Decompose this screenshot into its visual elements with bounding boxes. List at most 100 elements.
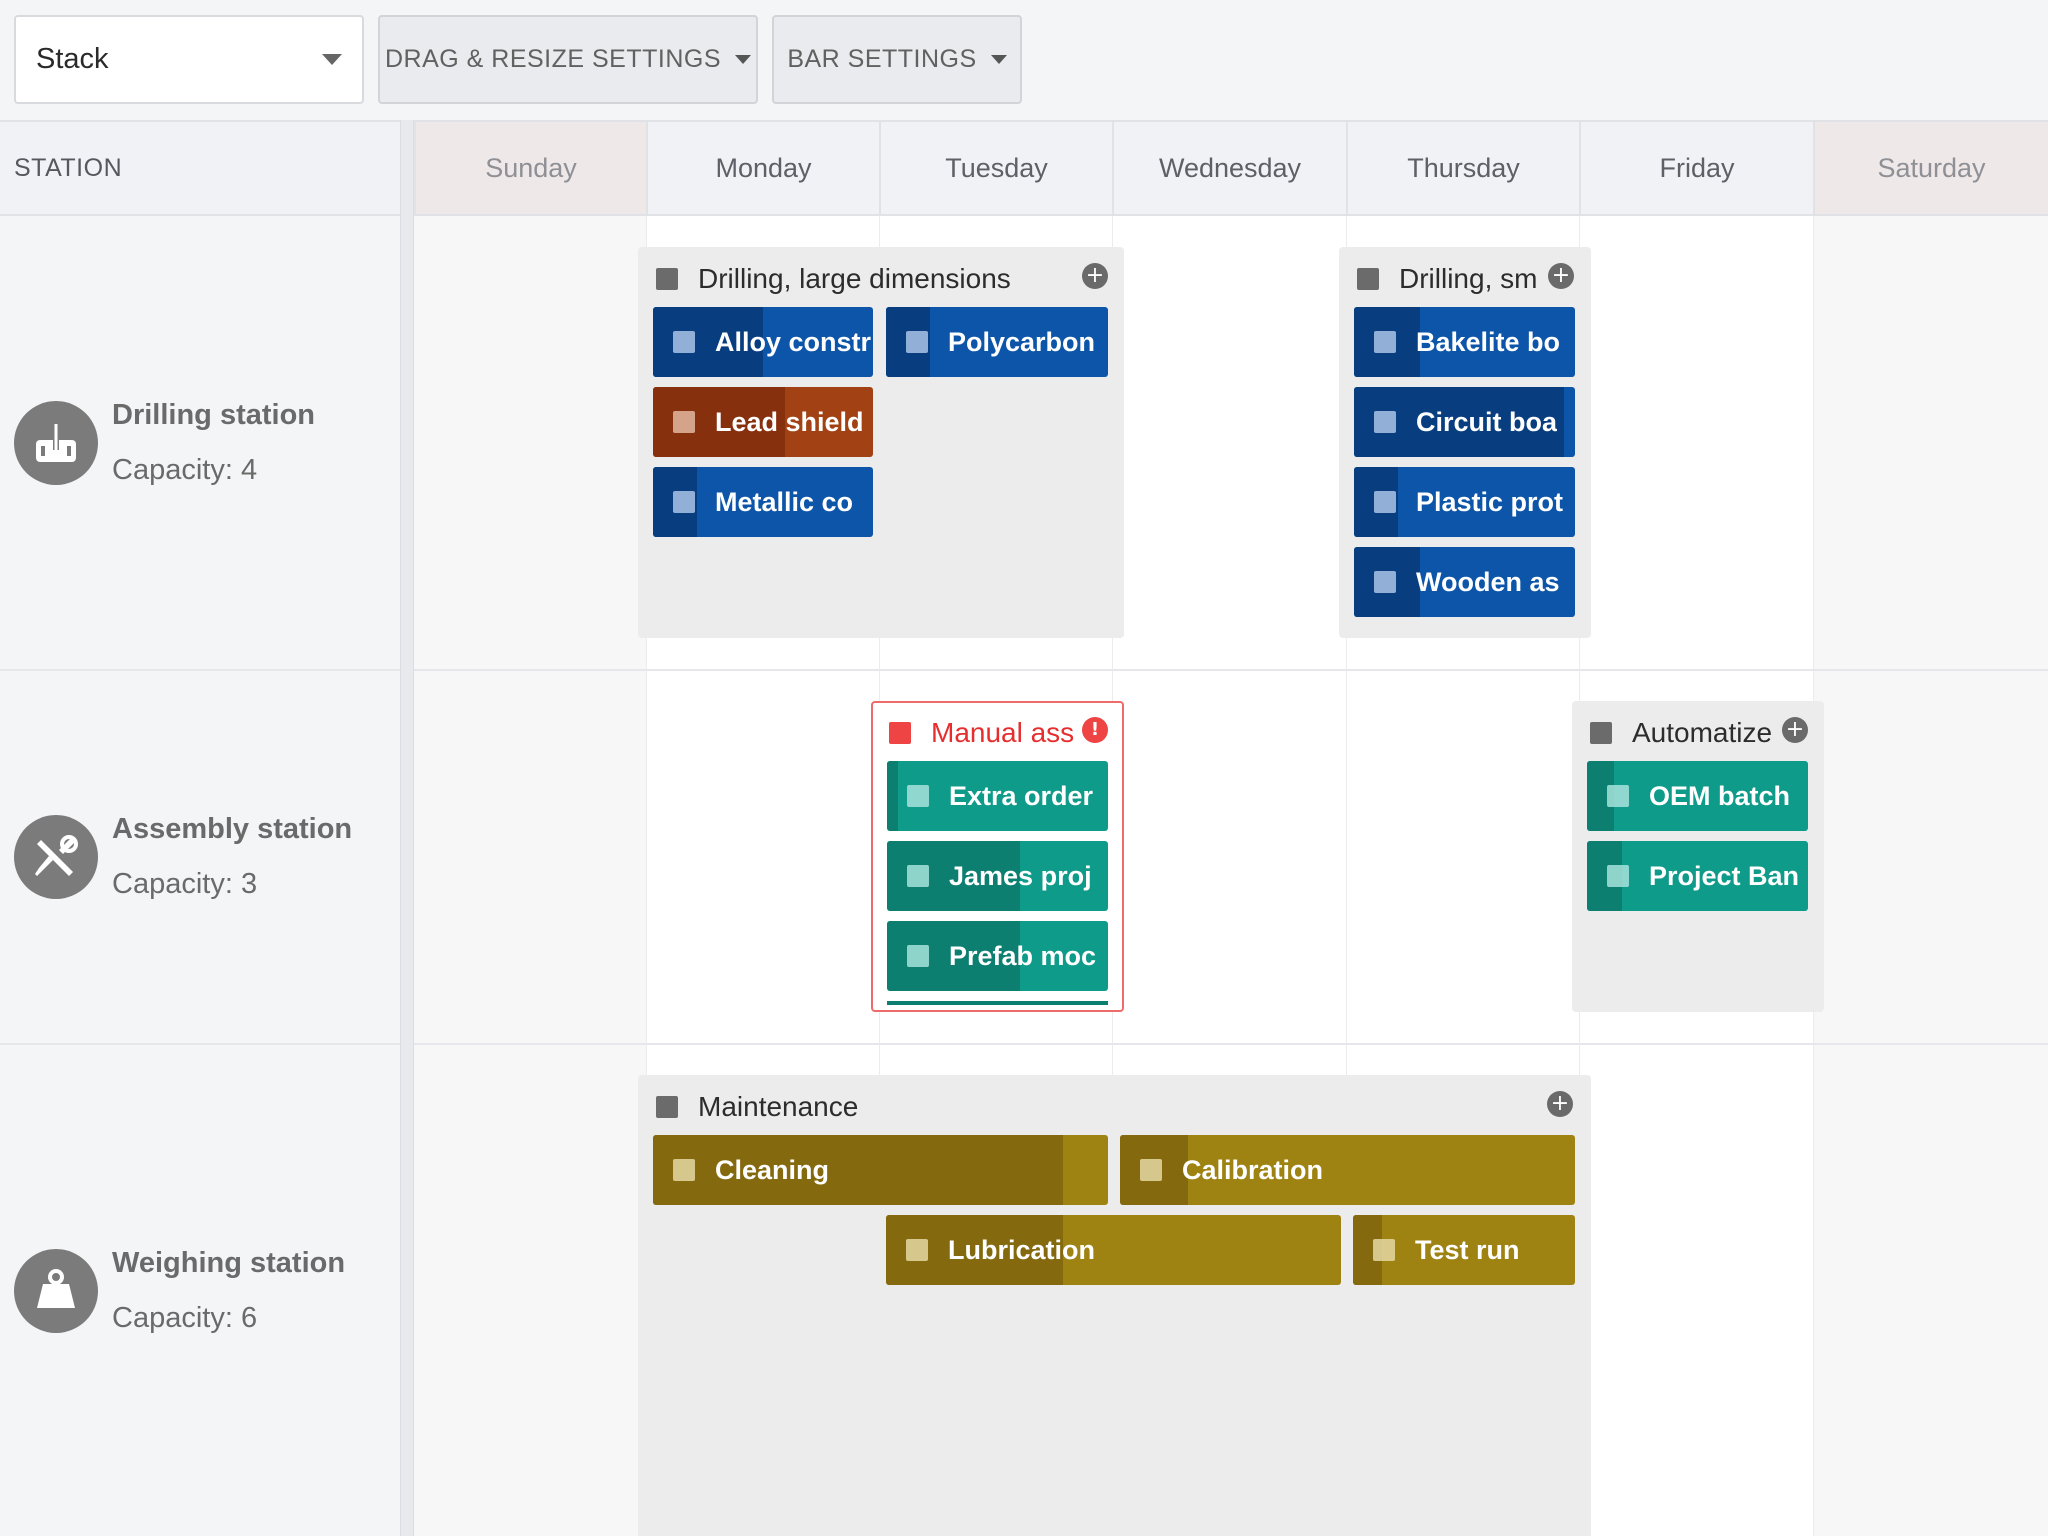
task-bar[interactable]: Alloy constr bbox=[653, 307, 873, 377]
resource-name: Weighing station bbox=[112, 1246, 346, 1279]
task-bar[interactable]: Prefab moc bbox=[887, 921, 1108, 991]
day-header-wednesday[interactable]: Wednesday bbox=[1112, 122, 1346, 214]
weekend-column-sunday bbox=[414, 216, 646, 1536]
task-bar[interactable]: Circuit boa bbox=[1354, 387, 1575, 457]
resource-row-drilling[interactable]: Drilling station Capacity: 4 bbox=[0, 216, 400, 669]
alert-icon[interactable]: ! bbox=[1082, 717, 1108, 743]
group-color-square bbox=[1590, 722, 1612, 744]
task-bar[interactable]: Wooden as bbox=[1354, 547, 1575, 617]
task-square bbox=[1140, 1159, 1162, 1181]
group-color-square bbox=[656, 268, 678, 290]
overflow-task-edge bbox=[887, 1001, 1108, 1005]
task-label: Prefab moc bbox=[949, 940, 1097, 971]
day-header-thursday[interactable]: Thursday bbox=[1346, 122, 1579, 214]
task-bar[interactable]: Lubrication bbox=[886, 1215, 1341, 1285]
task-square bbox=[1607, 785, 1629, 807]
day-header-sunday[interactable]: Sunday bbox=[414, 122, 646, 214]
day-header-friday[interactable]: Friday bbox=[1579, 122, 1813, 214]
task-bar[interactable]: Cleaning bbox=[653, 1135, 1108, 1205]
task-bar[interactable]: Lead shield bbox=[653, 387, 873, 457]
task-label: Alloy constr bbox=[715, 326, 872, 357]
parent-event-drilling-large[interactable]: Drilling, large dimensions + Alloy const… bbox=[638, 247, 1124, 638]
parent-event-manual-assembly[interactable]: Manual ass ! Extra order James proj Pref… bbox=[871, 701, 1124, 1012]
task-label: Lubrication bbox=[948, 1234, 1095, 1265]
drag-resize-settings-button[interactable]: DRAG & RESIZE SETTINGS bbox=[378, 15, 758, 104]
task-square bbox=[906, 1239, 928, 1261]
parent-event-title: Drilling, sm bbox=[1399, 263, 1538, 294]
task-square bbox=[673, 1159, 695, 1181]
task-square bbox=[1374, 491, 1396, 513]
task-bar[interactable]: Extra order bbox=[887, 761, 1108, 831]
chevron-down-icon bbox=[735, 55, 752, 64]
task-square bbox=[673, 491, 695, 513]
task-bar[interactable]: Polycarbon bbox=[886, 307, 1108, 377]
task-square bbox=[1607, 865, 1629, 887]
task-label: Lead shield bbox=[715, 406, 864, 437]
task-label: OEM batch bbox=[1649, 780, 1791, 811]
task-square bbox=[1374, 411, 1396, 433]
task-square bbox=[673, 411, 695, 433]
resource-name: Drilling station bbox=[112, 398, 315, 431]
task-bar[interactable]: James proj bbox=[887, 841, 1108, 911]
task-square bbox=[907, 865, 929, 887]
plus-icon[interactable]: + bbox=[1082, 263, 1108, 289]
task-label: Project Ban bbox=[1649, 860, 1800, 891]
task-bar[interactable]: OEM batch bbox=[1587, 761, 1808, 831]
task-label: Extra order bbox=[949, 780, 1094, 811]
day-header-monday[interactable]: Monday bbox=[646, 122, 879, 214]
weekend-column-saturday bbox=[1813, 216, 2048, 1536]
task-square bbox=[1374, 571, 1396, 593]
resource-capacity: Capacity: 4 bbox=[112, 453, 258, 486]
tools-icon bbox=[14, 815, 98, 899]
task-label: Plastic prot bbox=[1416, 486, 1564, 517]
plus-icon[interactable]: + bbox=[1547, 1091, 1573, 1117]
task-bar[interactable]: Calibration bbox=[1120, 1135, 1575, 1205]
panel-splitter[interactable] bbox=[400, 120, 414, 1536]
day-header-tuesday[interactable]: Tuesday bbox=[879, 122, 1112, 214]
view-mode-select[interactable]: Stack bbox=[14, 15, 364, 104]
drill-icon bbox=[14, 400, 98, 485]
task-square bbox=[906, 331, 928, 353]
parent-event-drilling-small[interactable]: Drilling, sm + Bakelite bo Circuit boa P… bbox=[1339, 247, 1591, 638]
chevron-down-icon bbox=[990, 55, 1007, 64]
task-label: Calibration bbox=[1182, 1154, 1324, 1185]
task-square bbox=[1373, 1239, 1395, 1261]
resource-capacity: Capacity: 3 bbox=[112, 868, 258, 900]
plus-icon[interactable]: + bbox=[1548, 263, 1574, 289]
parent-event-title: Automatize bbox=[1632, 717, 1773, 748]
plus-icon[interactable]: + bbox=[1782, 717, 1808, 743]
task-label: Polycarbon bbox=[948, 326, 1096, 357]
task-progress bbox=[887, 761, 899, 831]
resource-row-assembly[interactable]: Assembly station Capacity: 3 bbox=[0, 671, 400, 1043]
weight-icon bbox=[14, 1248, 98, 1333]
chevron-down-icon bbox=[322, 54, 342, 65]
bar-settings-button[interactable]: BAR SETTINGS bbox=[772, 15, 1022, 104]
task-square bbox=[1374, 331, 1396, 353]
task-label: Test run bbox=[1415, 1234, 1520, 1265]
task-label: Wooden as bbox=[1416, 566, 1560, 597]
task-square bbox=[907, 945, 929, 967]
task-label: Circuit boa bbox=[1416, 406, 1558, 437]
task-bar[interactable]: Project Ban bbox=[1587, 841, 1808, 911]
task-square bbox=[907, 785, 929, 807]
parent-event-title: Drilling, large dimensions bbox=[698, 263, 1011, 294]
task-bar[interactable]: Metallic co bbox=[653, 467, 873, 537]
task-bar[interactable]: Test run bbox=[1353, 1215, 1575, 1285]
bar-settings-label: BAR SETTINGS bbox=[787, 45, 977, 73]
parent-event-title: Manual ass bbox=[931, 717, 1075, 748]
group-color-square bbox=[656, 1096, 678, 1118]
station-column-header[interactable]: STATION bbox=[0, 122, 400, 214]
resource-row-weighing[interactable]: Weighing station Capacity: 6 bbox=[0, 1045, 400, 1536]
task-label: Metallic co bbox=[715, 486, 854, 517]
task-square bbox=[673, 331, 695, 353]
parent-event-automatized[interactable]: Automatize + OEM batch Project Ban bbox=[1572, 701, 1824, 1012]
task-bar[interactable]: Plastic prot bbox=[1354, 467, 1575, 537]
parent-event-maintenance[interactable]: Maintenance + Cleaning Calibration Lubri… bbox=[638, 1075, 1591, 1536]
task-bar[interactable]: Bakelite bo bbox=[1354, 307, 1575, 377]
resource-capacity: Capacity: 6 bbox=[112, 1301, 258, 1334]
resource-name: Assembly station bbox=[112, 813, 353, 845]
task-label: Cleaning bbox=[715, 1154, 830, 1185]
group-color-square bbox=[1357, 268, 1379, 290]
task-label: Bakelite bo bbox=[1416, 326, 1561, 357]
day-header-saturday[interactable]: Saturday bbox=[1813, 122, 2048, 214]
